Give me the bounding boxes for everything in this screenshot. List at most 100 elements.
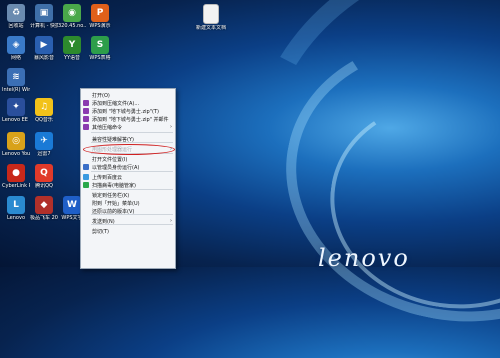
menu-item[interactable]: 以管理员身份运行(A) — [81, 163, 175, 171]
lenovo-app-icon: L — [7, 196, 25, 214]
desktop-icon-label: WPS演示 — [89, 23, 111, 29]
computer-icon: ▣ — [35, 4, 53, 22]
wallpaper-swoosh — [259, 7, 500, 353]
desktop-icon-label: 网络 — [10, 55, 21, 61]
menu-item-spacer — [83, 192, 89, 198]
menu-item-label: 添加到压缩文件(A)... — [92, 100, 140, 107]
menu-item-spacer — [83, 136, 89, 142]
menu-item-label: 打开文件位置(I) — [92, 156, 128, 163]
wallpaper-swoosh — [316, 83, 500, 325]
desktop-icon[interactable]: ◆极品飞车 2012 — [30, 196, 58, 221]
menu-separator — [91, 132, 173, 133]
qq-music-icon: ♫ — [35, 98, 53, 116]
wireless-icon: ≋ — [7, 68, 25, 86]
desktop-icon-label: 计算机 - 快捷方式 — [30, 23, 58, 29]
menu-separator — [91, 171, 173, 172]
menu-item-spacer — [83, 156, 89, 162]
lenovo-boot-icon: ✦ — [7, 98, 25, 116]
desktop-icon-label: 极品飞车 2012 — [30, 215, 58, 221]
menu-item-label: 剪切(T) — [92, 228, 109, 235]
menu-item[interactable]: 剪切(T) — [81, 227, 175, 235]
menu-item-spacer — [83, 228, 89, 234]
thunder-icon: ✈ — [35, 132, 53, 150]
desktop-icon[interactable]: ✦Lenovo EE Boot Op... — [2, 98, 30, 123]
submenu-arrow-icon: › — [170, 218, 172, 224]
desktop-icon-label: Intel(R) Wirele... — [2, 87, 30, 93]
highlight-annotation-circle — [83, 144, 175, 155]
desktop-icon[interactable]: L Lenovo — [2, 196, 30, 221]
menu-item[interactable]: 打开(O) — [81, 91, 175, 99]
menu-item-spacer — [83, 208, 89, 214]
desktop-icon-label: 新建文本文档 — [195, 25, 226, 31]
wps-writer-icon: W — [63, 196, 81, 214]
yy-voice-icon: Y — [63, 36, 81, 54]
desktop-icon[interactable]: P WPS演示 — [86, 4, 114, 29]
menu-item-label: 兼容性疑难解答(Y) — [92, 136, 134, 143]
menu-item[interactable]: 附到「开始」菜单(U) — [81, 199, 175, 207]
menu-item-label: 还原以前的版本(V) — [92, 208, 135, 215]
menu-item[interactable]: 添加到 "地下城与勇士.zip"(T) — [81, 107, 175, 115]
menu-item[interactable]: 发送到(N) › — [81, 217, 175, 225]
desktop-icon[interactable]: Q 腾讯QQ — [30, 164, 58, 189]
wallpaper-swoosh — [206, 0, 500, 358]
desktop-icon[interactable]: Y YY语音 — [58, 36, 86, 61]
menu-item-label: 上传到百度云 — [92, 174, 123, 181]
desktop-icon[interactable]: ◎Lenovo YouCam — [2, 132, 30, 157]
video-player-icon: ▶ — [35, 36, 53, 54]
desktop-icon-label: Lenovo — [6, 215, 26, 221]
menu-item-label: 打开(O) — [92, 92, 110, 99]
text-file-icon — [203, 4, 219, 24]
desktop-icon-label: 回收站 — [8, 23, 24, 29]
wps-presentation-icon: P — [91, 4, 109, 22]
desktop-icon[interactable]: S WPS表格 — [86, 36, 114, 61]
archive-icon — [83, 108, 89, 114]
desktop-icon-label: CyberLink Power2Go — [2, 183, 30, 189]
archive-icon — [83, 100, 89, 106]
menu-item[interactable]: 打开文件位置(I) — [81, 155, 175, 163]
menu-item[interactable]: 锁定到任务栏(K) — [81, 191, 175, 199]
archive-icon — [83, 124, 89, 130]
menu-item[interactable]: 上传到百度云 — [81, 173, 175, 181]
desktop-icon[interactable]: ◉ 320.45.no... — [58, 4, 86, 29]
desktop-icon[interactable]: 新建文本文档 — [194, 4, 228, 31]
game-icon: ◆ — [35, 196, 53, 214]
desktop-icon[interactable]: ▣计算机 - 快捷方式 — [30, 4, 58, 29]
context-menu: 打开(O) 添加到压缩文件(A)... 添加到 "地下城与勇士.zip"(T) 添加到… — [80, 88, 176, 269]
menu-item[interactable]: 兼容性疑难解答(Y) — [81, 135, 175, 143]
shield-icon — [83, 164, 89, 170]
menu-item-label: 添加到 "地下城与勇士.zip"(T) — [92, 108, 159, 115]
menu-item[interactable]: 添加到 "地下城与勇士.zip" 并邮件 — [81, 115, 175, 123]
menu-item-label: 附到「开始」菜单(U) — [92, 200, 140, 207]
desktop-icon[interactable]: ≋Intel(R) Wirele... — [2, 68, 30, 93]
desktop-icon-label: 暴风影音 — [33, 55, 54, 61]
virus-scan-icon — [83, 182, 89, 188]
recycle-bin-icon: ♻ — [7, 4, 25, 22]
desktop-icon[interactable]: ●CyberLink Power2Go — [2, 164, 30, 189]
archive-icon — [83, 116, 89, 122]
menu-item[interactable]: 添加到压缩文件(A)... — [81, 99, 175, 107]
desktop-icon[interactable]: ◈ 网络 — [2, 36, 30, 61]
menu-item[interactable]: 还原以前的版本(V) — [81, 207, 175, 215]
desktop-icon-label: Lenovo YouCam — [2, 151, 30, 157]
desktop-icon-label: QQ音乐 — [35, 117, 53, 123]
wps-spreadsheet-icon: S — [91, 36, 109, 54]
driver-icon: ◉ — [63, 4, 81, 22]
menu-item-spacer — [83, 92, 89, 98]
menu-item-label: 其他压缩命令 — [92, 124, 123, 131]
menu-item[interactable]: 扫描病毒(电脑管家) — [81, 181, 175, 189]
submenu-arrow-icon: › — [170, 124, 172, 130]
menu-separator — [91, 189, 173, 190]
menu-item[interactable]: 用图形处理器运行 › — [81, 144, 175, 155]
desktop-icon-label: WPS表格 — [89, 55, 111, 61]
desktop-icon[interactable]: ♻ 回收站 — [2, 4, 30, 29]
desktop-icon[interactable]: ▶ 暴风影音 — [30, 36, 58, 61]
desktop-icon[interactable]: ✈ 迅雷7 — [30, 132, 58, 157]
desktop-icon-label: 腾讯QQ — [35, 183, 53, 189]
desktop-icon[interactable]: ♫ QQ音乐 — [30, 98, 58, 123]
menu-item[interactable]: 其他压缩命令 › — [81, 123, 175, 131]
menu-item-label: 添加到 "地下城与勇士.zip" 并邮件 — [92, 116, 169, 123]
lenovo-logo: lenovo — [318, 244, 410, 272]
menu-item-label: 发送到(N) — [92, 218, 115, 225]
network-icon: ◈ — [7, 36, 25, 54]
desktop-icon-label: YY语音 — [63, 55, 81, 61]
